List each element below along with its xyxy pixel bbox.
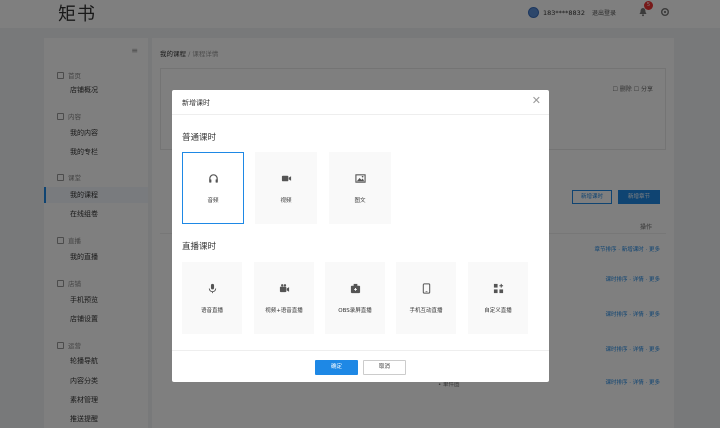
tile-label: 手机互动直播 — [409, 308, 443, 314]
tile-label: OBS录屏直播 — [338, 308, 372, 314]
tile-custom-live[interactable]: 自定义直播 — [468, 262, 528, 334]
add-lesson-modal: 新增课时 ✕ 普通课时 音频 视频 图文 直播课时 语音直播 视频+语音直播 O… — [172, 90, 549, 382]
headphones-icon — [208, 174, 218, 183]
tile-phone-live[interactable]: 手机互动直播 — [396, 262, 456, 334]
cancel-button[interactable]: 取消 — [363, 360, 406, 375]
video-camera-icon — [281, 175, 291, 182]
confirm-button[interactable]: 确定 — [315, 360, 358, 375]
modal-footer: 确定 取消 — [172, 350, 549, 382]
microphone-icon — [208, 283, 216, 294]
tile-audio[interactable]: 音频 — [182, 152, 244, 224]
grid-plus-icon — [493, 283, 503, 294]
tile-label: 图文 — [354, 198, 366, 204]
group-title-live: 直播课时 — [182, 242, 217, 252]
tile-video[interactable]: 视频 — [255, 152, 317, 224]
obs-icon — [350, 283, 360, 294]
group-title-normal: 普通课时 — [182, 133, 217, 143]
image-icon — [354, 174, 366, 183]
tile-image-text[interactable]: 图文 — [329, 152, 391, 224]
close-icon[interactable]: ✕ — [532, 95, 541, 106]
tile-label: 音频 — [207, 198, 219, 204]
tile-obs-live[interactable]: OBS录屏直播 — [325, 262, 385, 334]
tile-label: 视频+语音直播 — [265, 308, 303, 314]
video-voice-icon — [279, 284, 289, 293]
phone-icon — [422, 283, 430, 294]
tile-video-voice-live[interactable]: 视频+语音直播 — [254, 262, 314, 334]
modal-header: 新增课时 ✕ — [172, 90, 549, 115]
tile-label: 语音直播 — [200, 308, 223, 314]
tile-voice-live[interactable]: 语音直播 — [182, 262, 242, 334]
modal-title: 新增课时 — [182, 99, 210, 107]
tile-label: 自定义直播 — [484, 308, 512, 314]
tile-label: 视频 — [280, 198, 292, 204]
